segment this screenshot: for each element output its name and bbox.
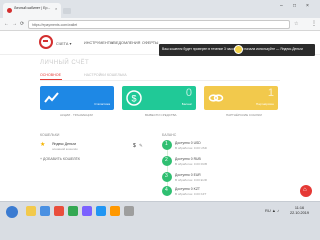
cursor-highlight bbox=[234, 45, 243, 54]
balance-item-sub: В обработке: 0.00 EUR bbox=[175, 178, 207, 182]
balance-item-sub: В обработке: 0.00 USD bbox=[175, 146, 207, 150]
start-button[interactable] bbox=[6, 206, 18, 218]
link-icon bbox=[208, 94, 224, 102]
balance-label: Баланс bbox=[181, 102, 192, 106]
system-tray[interactable]: RU ▲ ♪ bbox=[265, 208, 279, 213]
add-wallet-button[interactable]: + ДОБАВИТЬ КОШЕЛЁК bbox=[40, 157, 80, 161]
balance-heading: БАЛАНС bbox=[162, 133, 177, 137]
app-icon[interactable] bbox=[96, 206, 106, 216]
svg-text:$: $ bbox=[131, 94, 136, 104]
nav-tools[interactable]: ИНСТРУМЕНТЫ bbox=[84, 41, 113, 45]
explorer-icon[interactable] bbox=[26, 206, 36, 216]
step-badge: 3 bbox=[162, 172, 172, 182]
chrome-icon[interactable] bbox=[68, 206, 78, 216]
balance-item-title: Доступно 0 USD bbox=[175, 141, 201, 145]
url-text: https://epayments.com/wallet bbox=[32, 23, 78, 27]
notification-toast: Ваш кошелек будет проверен в течение 3 ч… bbox=[159, 44, 315, 56]
url-input[interactable]: https://epayments.com/wallet bbox=[28, 20, 290, 29]
site-favicon-icon bbox=[7, 8, 12, 13]
back-button[interactable]: ← bbox=[4, 21, 9, 27]
balance-value: 0 bbox=[185, 87, 192, 99]
stats-card[interactable]: Статистика bbox=[40, 86, 114, 110]
wallet-name[interactable]: Яндекс Деньги bbox=[52, 142, 76, 146]
step-badge: 4 bbox=[162, 186, 172, 196]
app-icon[interactable] bbox=[124, 206, 134, 216]
site-logo[interactable] bbox=[39, 35, 53, 49]
app-icon[interactable] bbox=[82, 206, 92, 216]
balance-item-title: Доступно 0 KZT bbox=[175, 187, 200, 191]
clock[interactable]: 11:16 22.10.2019 bbox=[290, 206, 309, 216]
step-number: 3 bbox=[165, 173, 168, 179]
app-icon[interactable] bbox=[54, 206, 64, 216]
minimize-button[interactable]: – bbox=[280, 3, 283, 9]
tab-wallet-settings[interactable]: НАСТРОЙКИ КОШЕЛЬКА bbox=[84, 73, 127, 77]
clock-date: 22.10.2019 bbox=[290, 211, 310, 215]
balance-item-sub: В обработке: 0.00 KZT bbox=[175, 192, 207, 196]
close-window-button[interactable]: × bbox=[306, 3, 309, 9]
browser-tab[interactable]: Личный кабинет | Ep... × bbox=[3, 3, 61, 18]
balance-item-title: Доступно 0 RUB bbox=[175, 157, 201, 161]
title-bar: Личный кабинет | Ep... × – □ × bbox=[0, 0, 320, 18]
address-bar: ← → ⟳ https://epayments.com/wallet ☆ ⋮ bbox=[0, 18, 320, 31]
browser-window: Личный кабинет | Ep... × – □ × ← → ⟳ htt… bbox=[0, 0, 320, 240]
partner-label: Партнёрские bbox=[256, 102, 274, 106]
forward-button[interactable]: → bbox=[12, 21, 17, 27]
notification-text: Ваш кошелек будет проверен в течение 3 ч… bbox=[162, 47, 303, 51]
nav-notifications[interactable]: УВЕДОМЛЕНИЯ bbox=[111, 41, 140, 45]
partner-card[interactable]: 1 Партнёрские bbox=[204, 86, 278, 110]
partner-caption[interactable]: ПАРТНЁРСКИЕ ССЫЛКИ bbox=[226, 113, 262, 117]
chart-icon bbox=[44, 92, 59, 103]
maximize-button[interactable]: □ bbox=[293, 3, 296, 9]
fab-home-button[interactable]: ⌂ bbox=[300, 185, 312, 197]
balance-card[interactable]: $ 0 Баланс bbox=[122, 86, 196, 110]
nav-accounts[interactable]: СЧЕТА ▾ bbox=[56, 41, 71, 46]
tab-label: Личный кабинет | Ep... bbox=[14, 6, 51, 10]
step-number: 4 bbox=[165, 187, 168, 193]
tab-main[interactable]: ОСНОВНОЕ bbox=[40, 73, 61, 77]
edit-wallet-icon[interactable]: ✎ bbox=[139, 143, 143, 149]
step-badge: 1 bbox=[162, 140, 172, 150]
balance-item-title: Доступно 0 EUR bbox=[175, 173, 201, 177]
tab-divider bbox=[40, 80, 280, 81]
bookmark-star-icon[interactable]: ☆ bbox=[294, 21, 298, 27]
wallet-description: основной кошелёк bbox=[52, 147, 78, 151]
partner-value: 1 bbox=[267, 87, 274, 99]
wallet-currency: $ bbox=[133, 143, 136, 149]
favorite-star-icon: ★ bbox=[40, 142, 46, 148]
reload-button[interactable]: ⟳ bbox=[20, 21, 24, 27]
app-icon[interactable] bbox=[40, 206, 50, 216]
stats-label: Статистика bbox=[94, 102, 110, 106]
wallets-heading: КОШЕЛЬКИ bbox=[40, 133, 60, 137]
balance-item-sub: В обработке: 0.00 RUB bbox=[175, 162, 207, 166]
step-number: 1 bbox=[165, 141, 168, 147]
home-icon: ⌂ bbox=[303, 187, 307, 193]
step-number: 2 bbox=[165, 157, 168, 163]
step-badge: 2 bbox=[162, 156, 172, 166]
tab-close-icon[interactable]: × bbox=[55, 6, 57, 11]
nav-offers[interactable]: ОФЕРТЫ bbox=[142, 41, 158, 45]
page-title: ЛИЧНЫЙ СЧЁТ bbox=[40, 60, 90, 66]
app-icon[interactable] bbox=[110, 206, 120, 216]
active-tab-underline bbox=[40, 79, 62, 80]
stats-caption[interactable]: АКЦИИ · ТРАНЗАКЦИИ bbox=[60, 113, 93, 117]
new-tab-button[interactable] bbox=[63, 8, 71, 14]
dollar-icon: $ bbox=[126, 90, 142, 106]
browser-menu-icon[interactable]: ⋮ bbox=[311, 20, 317, 27]
taskbar: RU ▲ ♪ 11:16 22.10.2019 bbox=[0, 201, 320, 240]
balance-caption[interactable]: ВЫВЕСТИ СРЕДСТВА bbox=[145, 113, 177, 117]
